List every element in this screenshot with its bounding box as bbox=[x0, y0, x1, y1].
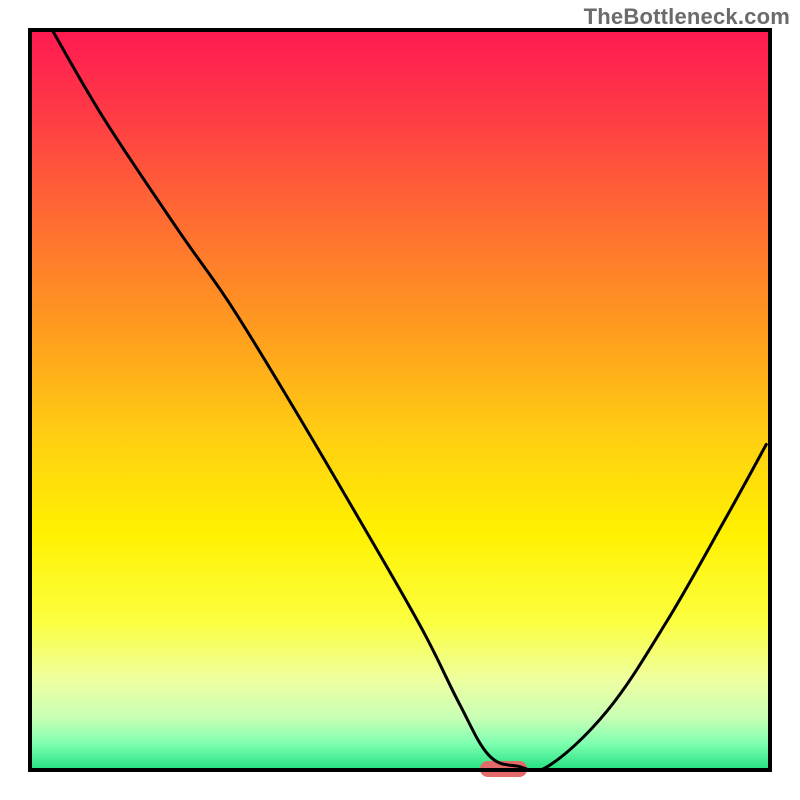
bottleneck-chart bbox=[0, 0, 800, 800]
watermark-text: TheBottleneck.com bbox=[584, 4, 790, 30]
plot-area bbox=[30, 30, 770, 777]
chart-container: TheBottleneck.com bbox=[0, 0, 800, 800]
gradient-background bbox=[30, 30, 770, 770]
